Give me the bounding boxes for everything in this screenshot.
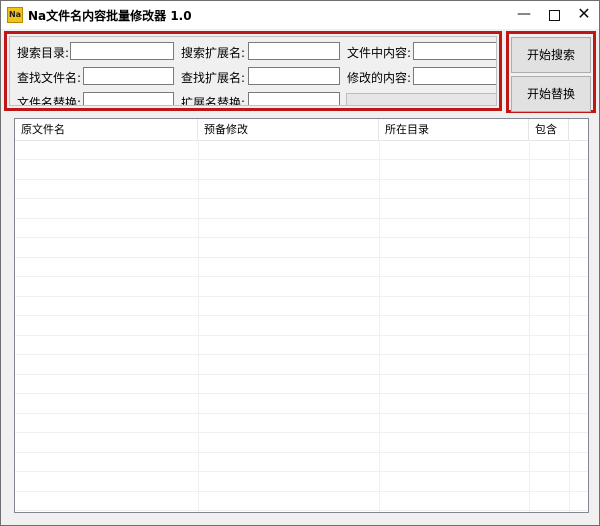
table-row (15, 393, 588, 394)
column-header-pending-change[interactable]: 预备修改 (198, 119, 379, 140)
table-row (15, 315, 588, 316)
table-row (15, 471, 588, 472)
table-header: 原文件名 预备修改 所在目录 包含 (15, 119, 588, 141)
search-options-panel: 搜索目录: 搜索扩展名: 文件中内容: 查找文件名: 查找扩展名: 修改的内容:… (4, 31, 502, 111)
file-content-label: 文件中内容: (347, 46, 412, 60)
search-options-frame: 搜索目录: 搜索扩展名: 文件中内容: 查找文件名: 查找扩展名: 修改的内容:… (9, 36, 497, 106)
table-row (15, 432, 588, 433)
table-row (15, 159, 588, 160)
table-row (15, 334, 588, 336)
app-window: Na Na文件名内容批量修改器 1.0 — ✕ 搜索目录: 搜索扩展名: 文件中… (0, 0, 600, 526)
search-extension-label: 搜索扩展名: (181, 46, 246, 60)
column-header-filler (569, 119, 588, 140)
table-row (15, 295, 588, 297)
extension-replace-label: 扩展名替换: (181, 96, 246, 106)
extension-replace-input[interactable] (248, 92, 340, 105)
close-icon: ✕ (577, 4, 591, 23)
table-row (15, 510, 588, 511)
table-row (15, 178, 588, 180)
table-row (15, 217, 588, 219)
action-buttons-panel: 开始搜索 开始替换 (506, 31, 596, 113)
find-filename-input[interactable] (83, 67, 174, 85)
filename-replace-label: 文件名替换: (17, 96, 82, 106)
table-row (15, 490, 588, 492)
table-row (15, 276, 588, 277)
minimize-icon: — (517, 6, 531, 22)
search-extension-input[interactable] (248, 42, 340, 60)
maximize-icon (548, 10, 560, 21)
close-button[interactable]: ✕ (569, 1, 599, 29)
app-icon: Na (7, 7, 23, 23)
start-search-button[interactable]: 开始搜索 (511, 37, 591, 73)
column-header-contains[interactable]: 包含 (529, 119, 569, 140)
column-header-directory[interactable]: 所在目录 (379, 119, 529, 140)
start-replace-button[interactable]: 开始替换 (511, 76, 591, 112)
find-extension-input[interactable] (248, 67, 340, 85)
disabled-field (346, 93, 496, 105)
maximize-button[interactable] (539, 1, 569, 29)
table-body (15, 140, 588, 512)
table-row (15, 256, 588, 258)
find-filename-label: 查找文件名: (17, 71, 82, 85)
search-directory-label: 搜索目录: (17, 46, 70, 60)
table-row (15, 451, 588, 453)
window-title: Na文件名内容批量修改器 1.0 (28, 9, 192, 23)
minimize-button[interactable]: — (509, 1, 539, 29)
table-row (15, 412, 588, 414)
filename-replace-input[interactable] (83, 92, 174, 105)
search-directory-input[interactable] (70, 42, 174, 60)
table-row (15, 354, 588, 355)
results-table[interactable]: 原文件名 预备修改 所在目录 包含 (14, 118, 589, 513)
modified-content-label: 修改的内容: (347, 71, 412, 85)
table-row (15, 373, 588, 375)
title-bar[interactable]: Na Na文件名内容批量修改器 1.0 — ✕ (1, 1, 599, 29)
table-row (15, 198, 588, 199)
modified-content-input[interactable] (413, 67, 496, 85)
find-extension-label: 查找扩展名: (181, 71, 246, 85)
column-header-original-filename[interactable]: 原文件名 (15, 119, 198, 140)
table-row (15, 237, 588, 238)
file-content-input[interactable] (413, 42, 496, 60)
